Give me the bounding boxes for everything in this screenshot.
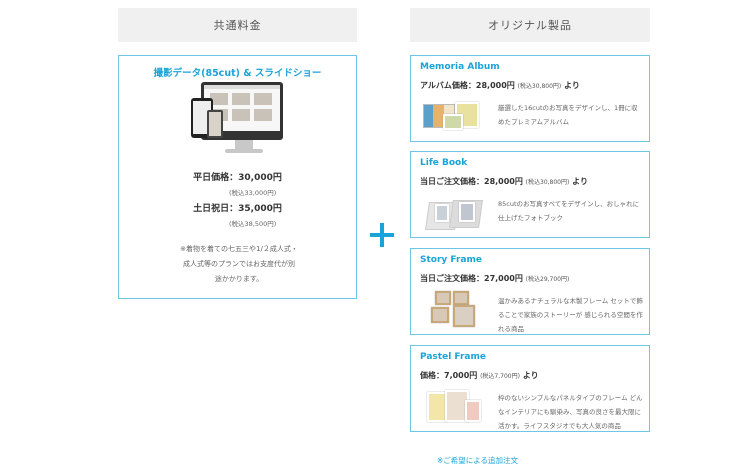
product-desc: 厳選した16cutのお写真をデザインし、1冊に収めたプレミアムアルバム <box>498 104 638 126</box>
product-title: Pastel Frame <box>420 352 486 362</box>
plus-icon <box>366 219 398 251</box>
header-common-price: 共通料金 <box>118 8 357 42</box>
product-price: アルバム価格：28,000円 (税込30,800円) より <box>420 81 580 90</box>
product-price: 当日ご注文価格：27,000円 (税込29,700円) <box>420 274 570 283</box>
frame-image <box>421 291 487 329</box>
common-title: 撮影データ(85cut) & スライドショー <box>153 68 322 79</box>
product-life-book: Life Book 当日ご注文価格：28,000円 (税込30,800円) より… <box>410 151 650 238</box>
header-original-products: オリジナル製品 <box>410 8 650 42</box>
product-desc: 85cutのお写真すべてをデザインし、おしゃれに仕上げたフォトブック <box>498 200 640 222</box>
product-desc: 枠のないシンプルなパネルタイプのフレーム どんなインテリアにも馴染み、写真の良さ… <box>498 394 643 430</box>
common-note: ※着物を着ての七五三や1/２成人式・ 成人式等のプランではお支度代が別 途かかり… <box>180 245 298 283</box>
devices-image <box>191 82 283 156</box>
tablet-icon <box>207 110 223 138</box>
holiday-tax: (税込38,500円) <box>229 220 277 228</box>
product-desc: 温かみあるナチュラルな木製フレーム セットで飾ることで家族のストーリーが 感じら… <box>498 297 643 333</box>
weekday-price: 平日価格：30,000円 <box>193 173 282 183</box>
weekday-tax: (税込33,000円) <box>229 189 277 197</box>
product-title: Memoria Album <box>420 62 500 72</box>
holiday-price: 土日祝日：35,000円 <box>193 204 282 214</box>
product-memoria-album: Memoria Album アルバム価格：28,000円 (税込30,800円)… <box>410 55 650 142</box>
album-image <box>421 98 487 136</box>
panel-image <box>421 388 487 426</box>
photobook-image <box>421 194 487 232</box>
product-price: 価格：7,000円 (税込7,700円) より <box>420 371 539 380</box>
product-pastel-frame: Pastel Frame 価格：7,000円 (税込7,700円) より 枠のな… <box>410 345 650 432</box>
common-price-box: 撮影データ(85cut) & スライドショー 平日価格：30,000円 (税込3… <box>118 55 357 299</box>
product-title: Story Frame <box>420 255 482 265</box>
product-price: 当日ご注文価格：28,000円 (税込30,800円) より <box>420 177 588 186</box>
product-story-frame: Story Frame 当日ご注文価格：27,000円 (税込29,700円) … <box>410 248 650 335</box>
additional-order-note: ※ご希望による追加注文 <box>437 456 519 465</box>
product-title: Life Book <box>420 158 468 168</box>
